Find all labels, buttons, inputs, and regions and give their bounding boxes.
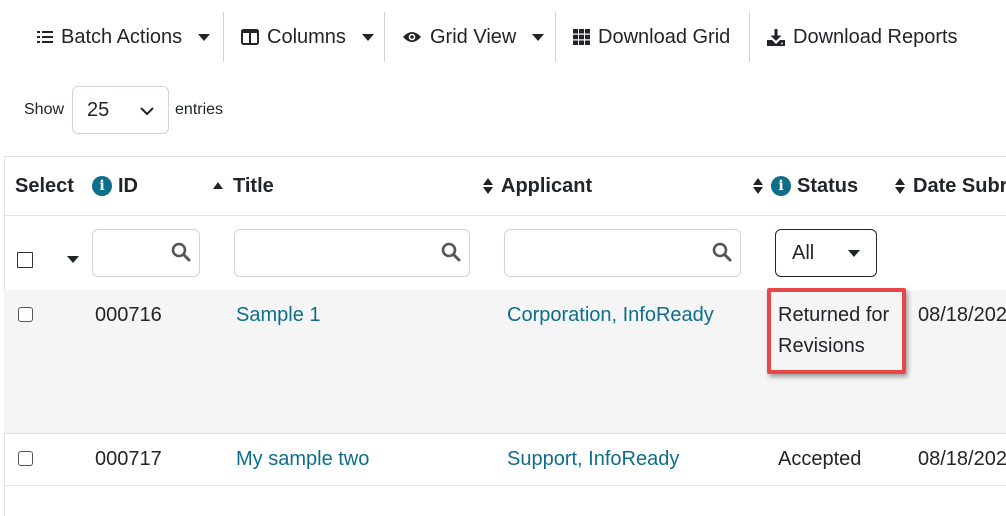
id-filter-input[interactable] — [92, 229, 200, 277]
applicant-header-label: Applicant — [501, 174, 593, 197]
toolbar: Batch Actions Columns Grid View Download… — [0, 0, 1006, 76]
row-applicant-link[interactable]: Support, InfoReady — [507, 444, 679, 475]
show-label: Show — [24, 101, 65, 118]
row-divider — [4, 485, 1006, 486]
download-grid-button[interactable]: Download Grid — [573, 12, 730, 62]
sort-icon — [753, 178, 763, 194]
entries-value: 25 — [87, 98, 110, 121]
toolbar-divider — [555, 12, 556, 62]
columns-label: Columns — [267, 25, 346, 48]
batch-actions-button[interactable]: Batch Actions — [37, 12, 211, 62]
columns-icon — [241, 29, 259, 45]
search-icon — [712, 242, 732, 267]
status-highlight-box — [767, 288, 906, 374]
columns-button[interactable]: Columns — [241, 12, 374, 62]
status-header-label: Status — [797, 174, 859, 197]
column-header-applicant[interactable]: Applicant — [483, 172, 592, 200]
grid-view-button[interactable]: Grid View — [402, 12, 545, 62]
toolbar-divider — [384, 12, 385, 62]
grid-view-label: Grid View — [430, 25, 517, 48]
toolbar-divider — [223, 12, 224, 62]
download-reports-label: Download Reports — [793, 25, 958, 48]
row-id: 000717 — [95, 448, 162, 470]
page-length-control: Show 25 entries — [24, 86, 223, 134]
row-title-link[interactable]: My sample two — [236, 444, 369, 475]
row-id: 000716 — [95, 304, 162, 326]
chevron-down-icon — [198, 33, 211, 41]
download-icon — [767, 28, 785, 46]
row-divider — [4, 433, 1006, 434]
sort-icon — [895, 178, 905, 194]
row-status: Accepted — [778, 448, 862, 470]
entries-select[interactable]: 25 — [72, 86, 170, 134]
info-icon[interactable]: i — [771, 176, 791, 196]
id-header-label: ID — [118, 174, 138, 197]
search-icon — [441, 242, 461, 267]
row-title-link[interactable]: Sample 1 — [236, 300, 321, 331]
eye-icon — [402, 30, 422, 44]
entries-label: entries — [175, 101, 224, 118]
applicant-filter-input[interactable] — [504, 229, 741, 277]
column-header-status[interactable]: i Status — [753, 172, 858, 200]
select-menu-chevron-icon[interactable] — [67, 256, 79, 263]
row-checkbox[interactable] — [18, 451, 33, 466]
toolbar-divider — [749, 12, 750, 62]
title-filter-input[interactable] — [234, 229, 470, 277]
row-date: 08/18/202 — [918, 448, 1006, 470]
sort-icon — [483, 178, 493, 194]
column-header-date-submitted[interactable]: Date Subr — [895, 172, 1006, 200]
chevron-down-icon — [532, 33, 545, 41]
header-divider — [4, 215, 1006, 216]
search-icon — [171, 242, 191, 267]
row-applicant-link[interactable]: Corporation, InfoReady — [507, 300, 714, 331]
batch-actions-label: Batch Actions — [61, 25, 183, 48]
column-header-id[interactable]: i ID — [92, 172, 138, 200]
title-header-label: Title — [233, 174, 274, 197]
list-icon — [37, 30, 53, 44]
download-grid-label: Download Grid — [598, 25, 731, 48]
select-header-label: Select — [15, 174, 74, 197]
chevron-down-icon — [848, 249, 860, 257]
row-date: 08/18/202 — [918, 304, 1006, 326]
column-header-select: Select — [15, 172, 74, 200]
chevron-down-icon — [361, 33, 374, 41]
grid-icon — [573, 29, 590, 45]
status-filter-value: All — [792, 241, 815, 264]
row-checkbox[interactable] — [18, 307, 33, 322]
date-header-label: Date Subr — [913, 174, 1006, 197]
download-reports-button[interactable]: Download Reports — [767, 12, 958, 62]
select-all-checkbox[interactable] — [17, 252, 33, 268]
chevron-down-icon — [140, 99, 154, 122]
sort-ascending-icon — [213, 181, 223, 189]
info-icon[interactable]: i — [92, 176, 112, 196]
column-header-title[interactable]: Title — [213, 172, 274, 200]
status-filter-select[interactable]: All — [775, 229, 877, 277]
